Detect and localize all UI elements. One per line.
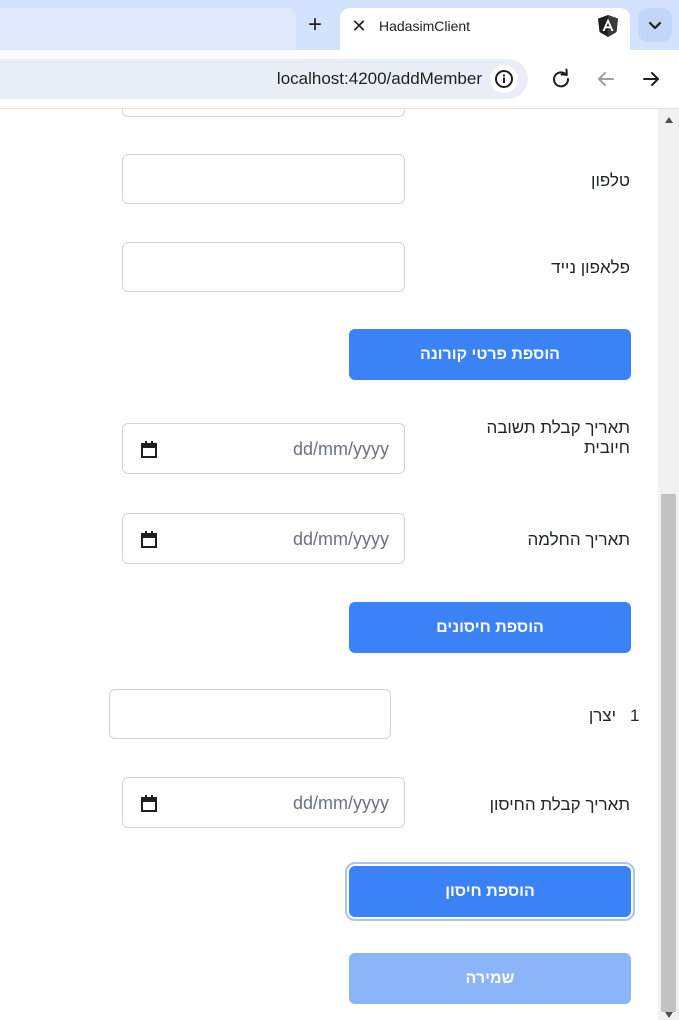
previous-field-input[interactable]: [122, 109, 405, 117]
calendar-icon[interactable]: [141, 441, 157, 458]
mobile-phone-input[interactable]: [122, 242, 405, 292]
save-button[interactable]: שמירה: [349, 953, 631, 1004]
site-info-icon[interactable]: [490, 65, 518, 93]
page-scrollbar[interactable]: [658, 109, 679, 1020]
date-placeholder: dd/mm/yyyy: [292, 439, 389, 459]
manufacturer-input[interactable]: [109, 689, 391, 739]
tab-strip: + ✕ HadasimClient: [0, 0, 679, 50]
address-bar[interactable]: localhost:4200/addMember: [0, 59, 528, 99]
recovery-date-input[interactable]: dd/mm/yyyy: [122, 513, 405, 564]
manufacturer-label: יצרן: [588, 706, 616, 725]
phone-label: טלפון: [591, 171, 630, 190]
back-arrow-icon[interactable]: [593, 66, 619, 92]
new-tab-button[interactable]: +: [300, 10, 330, 40]
reload-icon[interactable]: [548, 66, 574, 92]
vaccine-date-input[interactable]: dd/mm/yyyy: [122, 777, 405, 828]
close-tab-icon[interactable]: ✕: [350, 14, 368, 38]
tab-title: HadasimClient: [379, 18, 471, 34]
add-vaccines-button[interactable]: הוספת חיסונים: [349, 602, 631, 653]
recovery-date-label: תאריך החלמה: [527, 530, 630, 549]
phone-input[interactable]: [122, 154, 405, 204]
url-text[interactable]: localhost:4200/addMember: [277, 69, 482, 89]
calendar-icon[interactable]: [141, 795, 157, 812]
forward-arrow-icon[interactable]: [638, 66, 664, 92]
angular-icon: [598, 15, 618, 37]
tab-search-button[interactable]: [638, 8, 672, 42]
calendar-icon[interactable]: [141, 531, 157, 548]
add-member-form: טלפון פלאפון נייד הוספת פרטי קורונה dd/m…: [0, 109, 658, 1020]
scroll-up-arrow-icon[interactable]: [665, 117, 673, 123]
add-corona-details-button[interactable]: הוספת פרטי קורונה: [349, 329, 631, 380]
tab-hadasim-client[interactable]: ✕ HadasimClient: [340, 8, 630, 50]
positive-result-date-input[interactable]: dd/mm/yyyy: [122, 423, 405, 474]
inactive-tab-area[interactable]: [0, 8, 296, 50]
browser-toolbar: localhost:4200/addMember: [0, 50, 679, 109]
vaccine-date-label: תאריך קבלת החיסון: [489, 795, 630, 814]
date-placeholder: dd/mm/yyyy: [292, 793, 389, 813]
scroll-down-arrow-icon[interactable]: [665, 1012, 673, 1018]
add-vaccine-button[interactable]: הוספת חיסון: [345, 862, 635, 921]
mobile-phone-label: פלאפון נייד: [551, 258, 630, 277]
vaccine-number: 1: [630, 706, 640, 725]
date-placeholder: dd/mm/yyyy: [292, 529, 389, 549]
positive-result-date-label: תאריך קבלת תשובה חיובית: [486, 418, 630, 457]
chevron-down-icon: [648, 21, 662, 30]
scrollbar-thumb[interactable]: [661, 494, 676, 1012]
